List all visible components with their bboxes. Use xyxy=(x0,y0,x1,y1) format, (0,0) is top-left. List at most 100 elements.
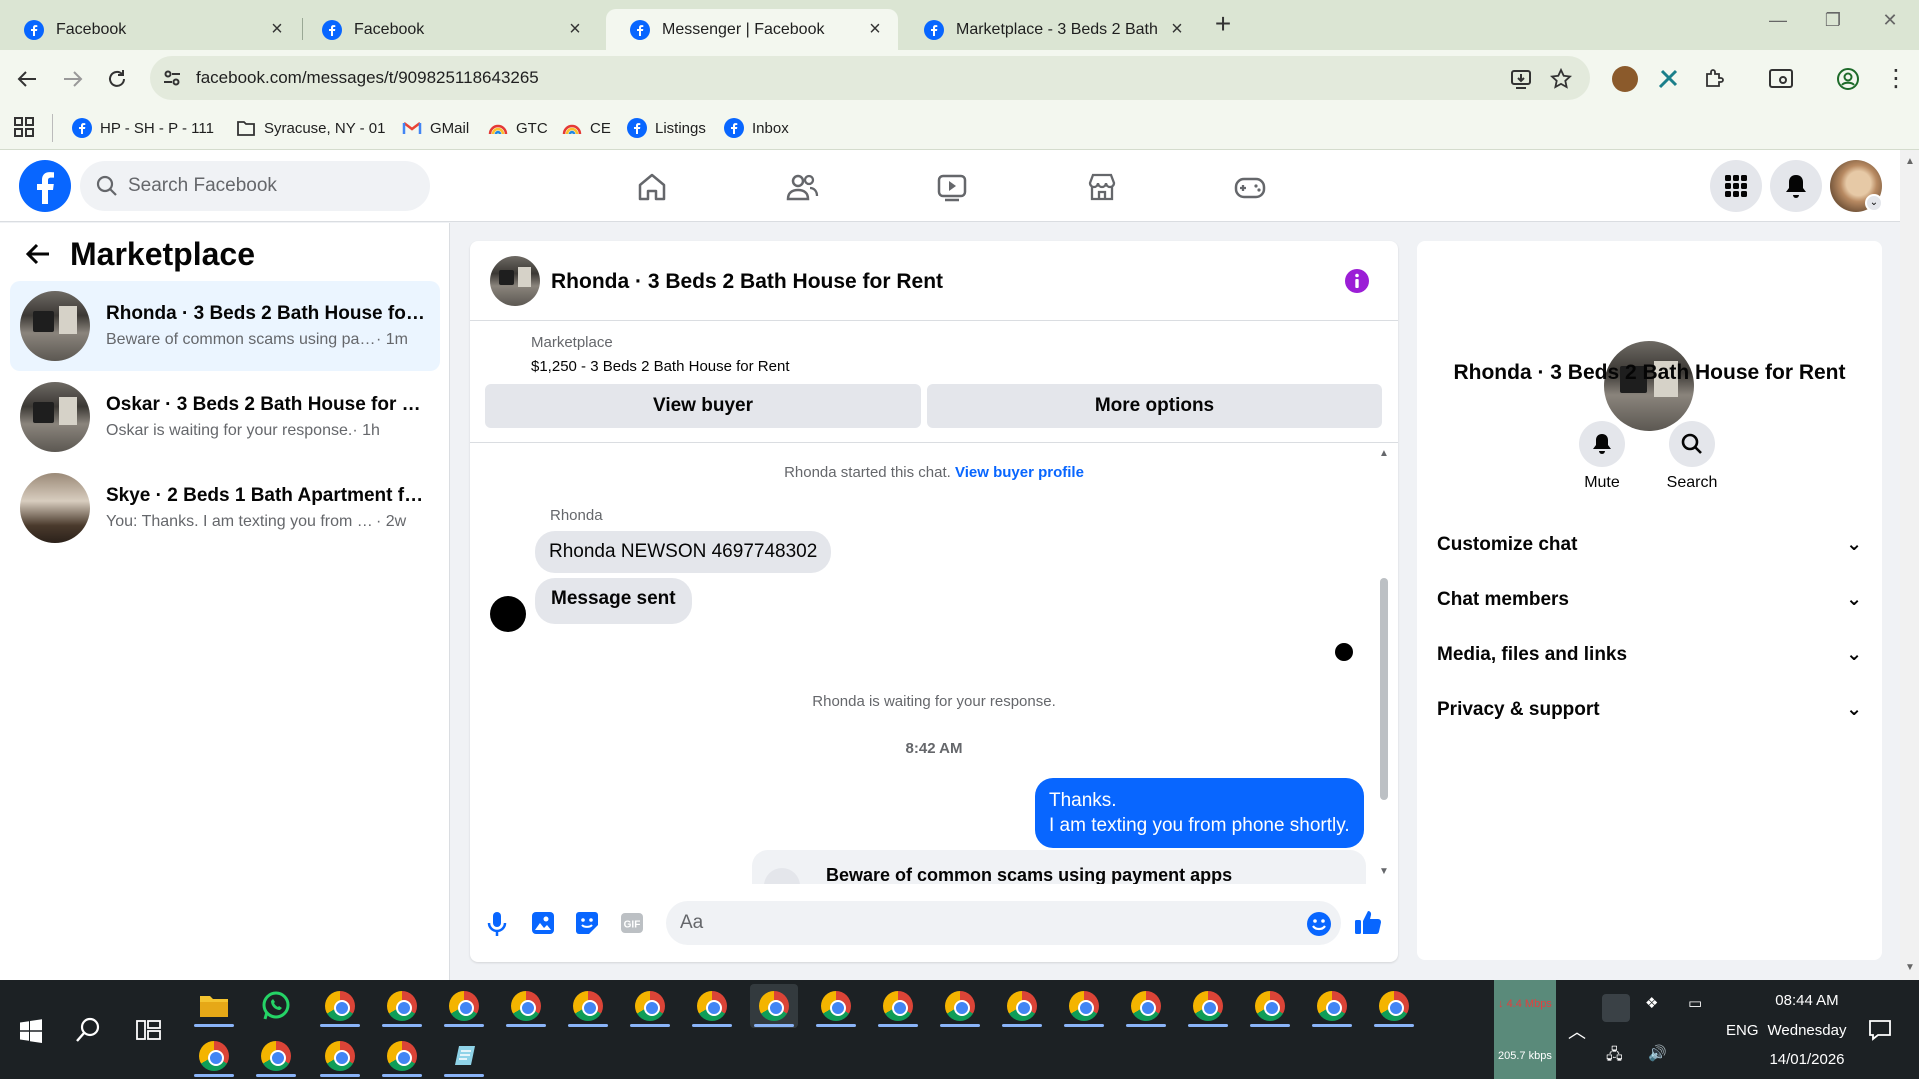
scroll-down-arrow[interactable]: ▼ xyxy=(1379,866,1389,877)
close-tab-icon[interactable]: × xyxy=(566,18,584,41)
chrome-window[interactable] xyxy=(1184,984,1232,1028)
conversation-item-skye[interactable]: Skye · 2 Beds 1 Bath Apartment for Rent … xyxy=(10,463,440,553)
close-tab-icon[interactable]: × xyxy=(268,18,286,41)
nav-home[interactable] xyxy=(632,167,672,207)
forward-icon[interactable] xyxy=(62,68,84,90)
cookie-extension-icon[interactable] xyxy=(1612,66,1638,92)
network-speed-widget[interactable]: ↓ 4.4 Mbps 205.7 kbps xyxy=(1494,980,1556,1079)
chrome-window[interactable] xyxy=(688,984,736,1028)
nav-gaming[interactable] xyxy=(1230,167,1270,207)
chrome-window-active[interactable] xyxy=(750,984,798,1028)
bookmark-hp-sh[interactable]: HP - SH - P - 111 xyxy=(72,114,214,142)
search-in-chat-button[interactable] xyxy=(1669,421,1715,467)
language-indicator[interactable]: ENG xyxy=(1726,1022,1759,1039)
nav-friends[interactable] xyxy=(782,167,822,207)
chat-title[interactable]: Rhonda · 3 Beds 2 Bath House for Rent xyxy=(551,270,943,294)
url-text[interactable]: facebook.com/messages/t/909825118643265 xyxy=(196,68,539,88)
tab-search-icon[interactable] xyxy=(1768,67,1794,91)
more-options-button[interactable]: More options xyxy=(927,384,1382,428)
chrome-window[interactable] xyxy=(502,984,550,1028)
apps-grid-icon[interactable] xyxy=(14,117,34,137)
whatsapp-app[interactable] xyxy=(252,984,300,1028)
tab-facebook-1[interactable]: Facebook × xyxy=(0,9,300,50)
thumbs-up-icon[interactable] xyxy=(1354,908,1382,936)
scroll-up-arrow[interactable]: ▲ xyxy=(1905,156,1915,167)
message-bubble[interactable]: Rhonda NEWSON 4697748302 xyxy=(535,531,832,573)
tab-marketplace[interactable]: Marketplace - 3 Beds 2 Bath Ho × xyxy=(900,9,1200,50)
search-facebook-input[interactable]: Search Facebook xyxy=(80,161,430,211)
mute-button[interactable] xyxy=(1579,421,1625,467)
feather-tray-icon[interactable] xyxy=(1602,994,1630,1022)
chrome-window[interactable] xyxy=(812,984,860,1028)
chevron-down-icon[interactable]: ⌄ xyxy=(1865,194,1883,212)
bookmark-gmail[interactable]: GMail xyxy=(402,114,469,142)
chat-avatar[interactable] xyxy=(490,256,540,306)
bookmark-inbox[interactable]: Inbox xyxy=(724,114,789,142)
nav-watch[interactable] xyxy=(932,167,972,207)
chrome-window[interactable] xyxy=(1370,984,1418,1028)
bookmark-star-icon[interactable] xyxy=(1550,68,1572,90)
clock-time[interactable]: 08:44 AM xyxy=(1770,992,1844,1009)
view-buyer-button[interactable]: View buyer xyxy=(485,384,921,428)
chrome-window[interactable] xyxy=(316,1034,364,1078)
back-icon[interactable] xyxy=(16,68,38,90)
info-icon[interactable] xyxy=(1344,268,1370,294)
battery-icon[interactable]: ▭ xyxy=(1688,994,1702,1012)
profile-icon[interactable] xyxy=(1836,67,1860,91)
file-explorer-app[interactable] xyxy=(190,984,238,1028)
close-tab-icon[interactable]: × xyxy=(1168,18,1186,41)
info-title[interactable]: Rhonda · 3 Beds 2 Bath House for Rent xyxy=(1417,361,1882,385)
menu-button[interactable] xyxy=(1710,160,1762,212)
page-scrollbar[interactable]: ▲ ▼ xyxy=(1900,150,1919,980)
tab-facebook-2[interactable]: Facebook × xyxy=(298,9,598,50)
message-bubble[interactable]: Message sent xyxy=(535,578,692,624)
sender-avatar[interactable] xyxy=(490,596,526,632)
chrome-window[interactable] xyxy=(998,984,1046,1028)
view-buyer-profile-link[interactable]: View buyer profile xyxy=(955,464,1084,481)
dropbox-icon[interactable]: ❖ xyxy=(1645,994,1658,1012)
bookmark-gtc[interactable]: GTC xyxy=(488,114,548,142)
extension-icon[interactable] xyxy=(1656,67,1680,91)
chrome-window[interactable] xyxy=(1060,984,1108,1028)
back-arrow-icon[interactable] xyxy=(24,240,52,268)
network-icon[interactable]: 🖧 xyxy=(1606,1044,1623,1069)
privacy-support-section[interactable]: Privacy & support ⌄ xyxy=(1437,698,1862,721)
customize-chat-section[interactable]: Customize chat ⌄ xyxy=(1437,533,1862,556)
my-message-bubble[interactable]: Thanks. I am texting you from phone shor… xyxy=(1035,778,1364,848)
menu-kebab-icon[interactable]: ⋮ xyxy=(1884,64,1908,93)
notification-center-icon[interactable] xyxy=(1868,1018,1892,1042)
chrome-window[interactable] xyxy=(564,984,612,1028)
info-avatar[interactable] xyxy=(1604,341,1694,431)
chat-members-section[interactable]: Chat members ⌄ xyxy=(1437,588,1862,611)
scam-warning-card[interactable]: Beware of common scams using payment app… xyxy=(752,850,1366,884)
site-info-icon[interactable] xyxy=(162,68,182,88)
media-files-links-section[interactable]: Media, files and links ⌄ xyxy=(1437,643,1862,666)
scroll-up-arrow[interactable]: ▲ xyxy=(1379,448,1389,459)
tab-messenger[interactable]: Messenger | Facebook × xyxy=(606,9,898,50)
gif-icon[interactable]: GIF xyxy=(620,911,644,935)
windows-start-icon[interactable] xyxy=(19,1019,43,1043)
scroll-down-arrow[interactable]: ▼ xyxy=(1905,962,1915,973)
nav-marketplace[interactable] xyxy=(1082,167,1122,207)
chrome-window[interactable] xyxy=(626,984,674,1028)
message-input[interactable]: Aa xyxy=(666,901,1341,945)
chrome-window[interactable] xyxy=(190,1034,238,1078)
chrome-window[interactable] xyxy=(1122,984,1170,1028)
conversation-item-oskar[interactable]: Oskar · 3 Beds 2 Bath House for Rent Osk… xyxy=(10,372,440,462)
chrome-window[interactable] xyxy=(936,984,984,1028)
listing-detail[interactable]: $1,250 - 3 Beds 2 Bath House for Rent xyxy=(531,358,790,375)
install-app-icon[interactable] xyxy=(1510,68,1532,90)
chrome-window[interactable] xyxy=(874,984,922,1028)
chrome-window[interactable] xyxy=(1308,984,1356,1028)
conversation-item-rhonda[interactable]: Rhonda · 3 Beds 2 Bath House for Rent Be… xyxy=(10,281,440,371)
close-window-button[interactable]: ✕ xyxy=(1870,10,1910,31)
photo-icon[interactable] xyxy=(531,911,555,935)
microphone-icon[interactable] xyxy=(487,911,507,937)
clock-date[interactable]: 14/01/2026 xyxy=(1762,1051,1852,1068)
extensions-puzzle-icon[interactable] xyxy=(1702,67,1726,91)
tray-overflow-chevron-icon[interactable]: ︿ xyxy=(1568,1018,1586,1044)
search-icon[interactable] xyxy=(75,1016,103,1044)
emoji-icon[interactable] xyxy=(1306,911,1332,937)
chrome-window[interactable] xyxy=(252,1034,300,1078)
scroll-thumb[interactable] xyxy=(1380,578,1388,800)
